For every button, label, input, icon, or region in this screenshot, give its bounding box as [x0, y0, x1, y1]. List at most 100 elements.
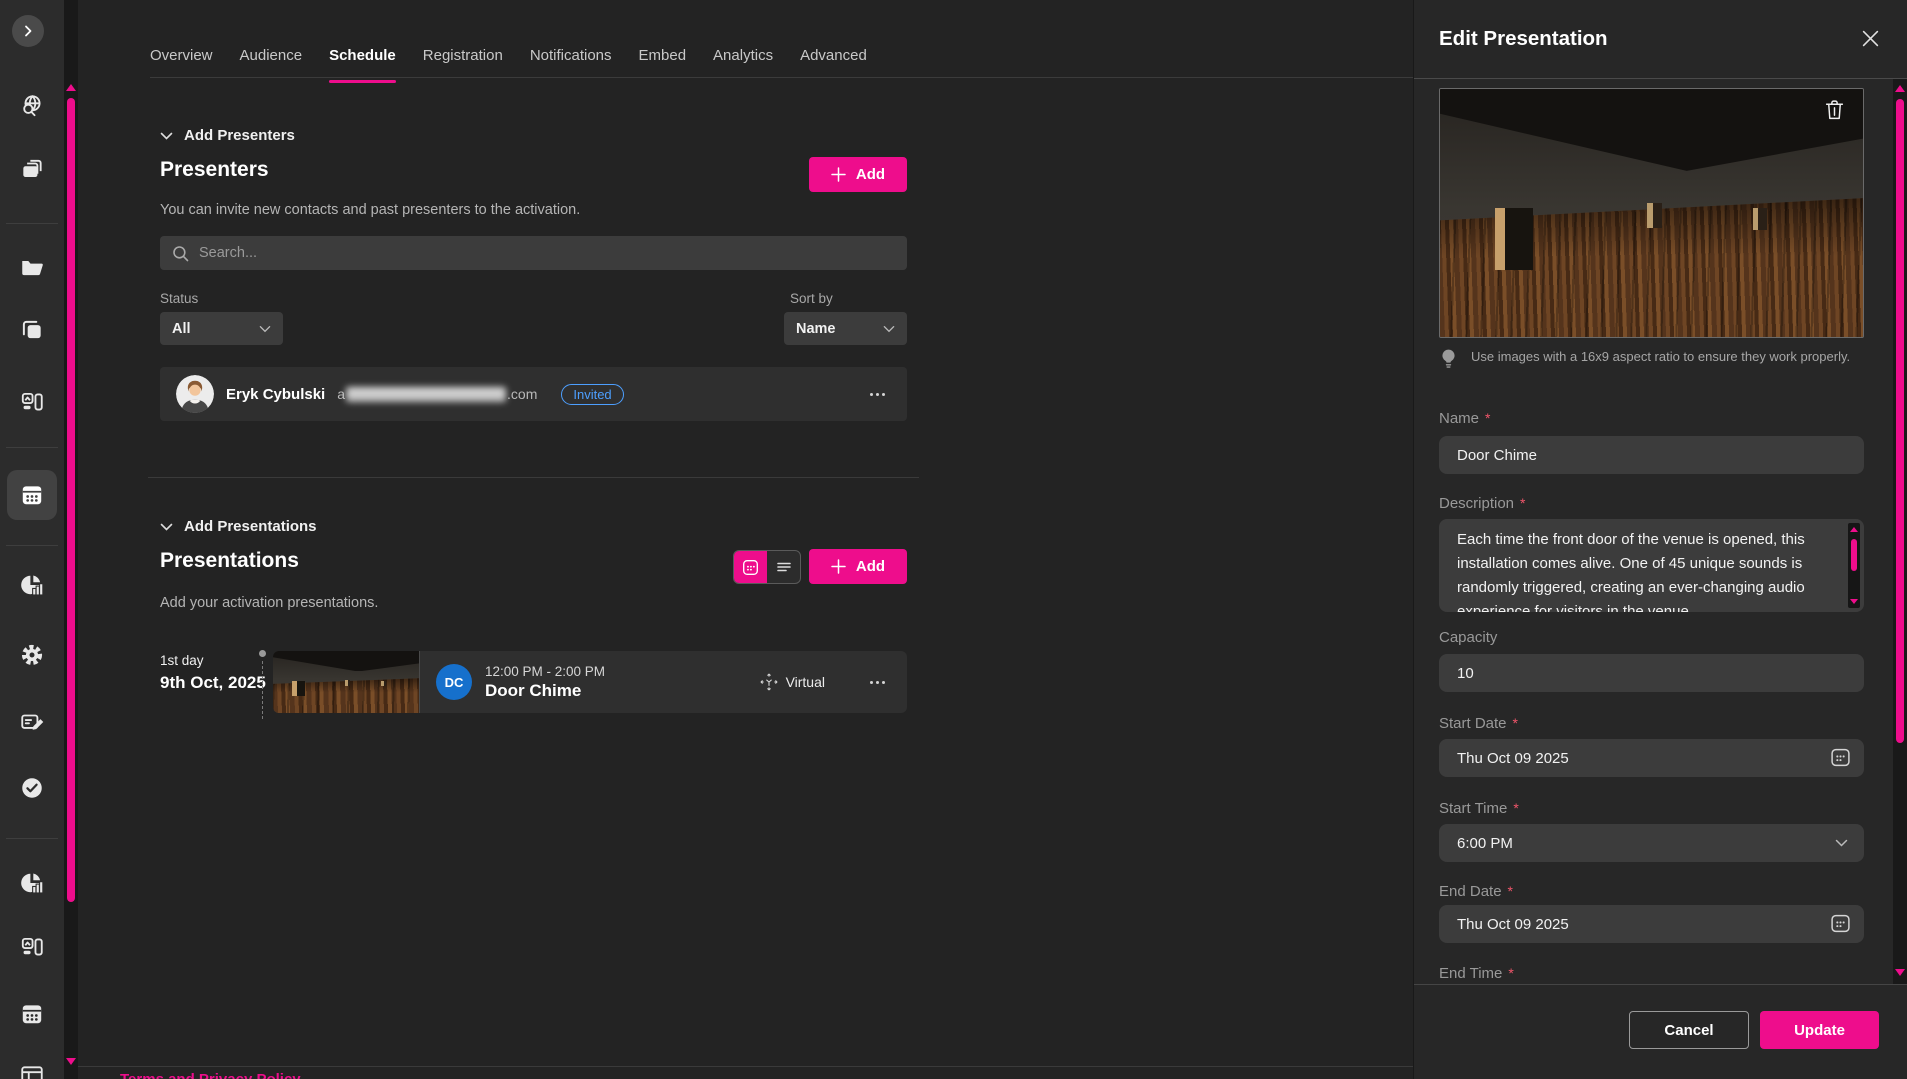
- scrollbar-thumb[interactable]: [67, 98, 75, 902]
- presenter-row[interactable]: Eryk Cybulski a .com Invited: [160, 367, 907, 421]
- sidebar-item-templates[interactable]: [18, 316, 46, 344]
- add-presentation-button[interactable]: Add: [809, 549, 907, 584]
- sidebar-item-media[interactable]: [18, 933, 46, 961]
- image-tip: Use images with a 16x9 aspect ratio to e…: [1439, 348, 1864, 373]
- timeline-line: [262, 661, 263, 719]
- terms-privacy-link[interactable]: Terms and Privacy Policy: [120, 1071, 301, 1079]
- required-marker: *: [1513, 800, 1518, 816]
- required-marker: *: [1508, 965, 1513, 981]
- chevron-down-icon: [883, 325, 895, 333]
- timeline-dot: [259, 650, 266, 657]
- name-label: Name*: [1439, 410, 1864, 427]
- sidebar-item-schedule-active[interactable]: [7, 470, 57, 520]
- required-marker: *: [1520, 495, 1525, 511]
- view-toggle: [733, 550, 801, 584]
- sidebar-item-analytics[interactable]: [18, 571, 46, 599]
- required-marker: *: [1508, 883, 1513, 899]
- pie-chart-icon: [19, 572, 45, 598]
- close-icon[interactable]: [1862, 30, 1879, 47]
- description-scrollbar[interactable]: [1848, 523, 1860, 608]
- status-filter-select[interactable]: All: [160, 312, 283, 345]
- chevron-right-icon: [22, 25, 34, 37]
- presentations-description: Add your activation presentations.: [160, 595, 378, 611]
- chevron-down-icon[interactable]: [1835, 839, 1848, 847]
- pie-chart-icon: [19, 870, 45, 896]
- scroll-up-arrow[interactable]: [66, 84, 76, 91]
- scrollbar-thumb[interactable]: [1896, 99, 1904, 743]
- list-view-button[interactable]: [767, 551, 800, 583]
- presenters-description: You can invite new contacts and past pre…: [160, 202, 580, 218]
- check-circle-icon: [19, 775, 45, 801]
- sidebar-item-tasks[interactable]: [18, 774, 46, 802]
- add-presenters-collapse[interactable]: Add Presenters: [160, 127, 295, 144]
- sidebar-item-pages[interactable]: [18, 1062, 46, 1079]
- presentation-thumbnail: [273, 651, 419, 713]
- description-label: Description*: [1439, 495, 1864, 512]
- calendar-grid-icon: [742, 559, 759, 576]
- sidebar-item-discover[interactable]: [18, 92, 46, 120]
- globe-search-icon: [19, 93, 45, 119]
- required-marker: *: [1485, 410, 1490, 426]
- list-icon: [776, 560, 792, 574]
- card-edit-icon: [19, 709, 45, 735]
- scroll-down-arrow[interactable]: [1895, 969, 1905, 976]
- presenter-search: [160, 236, 907, 270]
- sort-by-label: Sort by: [790, 291, 833, 306]
- calendar-picker-icon[interactable]: [1830, 747, 1851, 768]
- required-marker: *: [1513, 715, 1518, 731]
- start-time-field[interactable]: [1439, 824, 1864, 862]
- edit-presentation-panel: Edit Presentation Use images with a 16x9…: [1413, 0, 1907, 1079]
- sidebar-item-settings[interactable]: [18, 641, 46, 669]
- presenter-avatar: [176, 375, 214, 413]
- sidebar-divider: [6, 545, 58, 546]
- start-date-label: Start Date*: [1439, 715, 1864, 732]
- scroll-down-arrow[interactable]: [66, 1058, 76, 1065]
- gear-icon: [19, 642, 45, 668]
- panel-footer: Cancel Update: [1414, 984, 1907, 1079]
- start-date-field[interactable]: [1439, 739, 1864, 777]
- invited-status-badge: Invited: [561, 384, 623, 405]
- sidebar-divider: [6, 838, 58, 839]
- capacity-label: Capacity: [1439, 629, 1864, 646]
- calendar-picker-icon[interactable]: [1830, 913, 1851, 934]
- sidebar-item-events[interactable]: [18, 1000, 46, 1028]
- panel-scrollbar[interactable]: [1893, 79, 1907, 984]
- main-scrollbar[interactable]: [64, 0, 78, 1079]
- folder-open-icon: [19, 255, 45, 281]
- cancel-button[interactable]: Cancel: [1629, 1011, 1749, 1049]
- chevron-down-icon: [160, 523, 173, 531]
- sidebar-divider: [6, 223, 58, 224]
- scroll-up-arrow[interactable]: [1895, 85, 1905, 92]
- sidebar-item-files[interactable]: [18, 254, 46, 282]
- presenter-more-options-icon[interactable]: [864, 387, 891, 402]
- presentation-more-options-icon[interactable]: [864, 675, 891, 690]
- end-date-label: End Date*: [1439, 883, 1864, 900]
- end-date-field[interactable]: [1439, 905, 1864, 943]
- sidebar-item-reports[interactable]: [18, 869, 46, 897]
- description-field[interactable]: Each time the front door of the venue is…: [1439, 519, 1864, 612]
- presentation-image-preview: [1439, 88, 1864, 338]
- sidebar-item-collections[interactable]: [18, 156, 46, 184]
- search-input[interactable]: [199, 245, 895, 261]
- capacity-field[interactable]: [1439, 654, 1864, 692]
- sort-by-select[interactable]: Name: [784, 312, 907, 345]
- footer-divider: [78, 1066, 1413, 1067]
- browser-card-icon: [19, 1063, 45, 1079]
- add-presentations-collapse[interactable]: Add Presentations: [160, 518, 317, 535]
- presentation-name: Door Chime: [485, 681, 605, 701]
- name-field[interactable]: [1439, 436, 1864, 474]
- sidebar-expand-button[interactable]: [12, 15, 44, 47]
- delete-image-icon[interactable]: [1824, 99, 1845, 121]
- sidebar-item-registration[interactable]: [18, 708, 46, 736]
- calendar-grid-view-button[interactable]: [734, 551, 767, 583]
- sidebar-item-spaces[interactable]: [18, 388, 46, 416]
- start-time-label: Start Time*: [1439, 800, 1864, 817]
- virtual-3d-move-icon: [760, 673, 778, 691]
- add-presenter-button[interactable]: Add: [809, 157, 907, 192]
- presentations-title: Presentations: [160, 549, 299, 573]
- update-button[interactable]: Update: [1760, 1011, 1879, 1049]
- presentation-card[interactable]: DC 12:00 PM - 2:00 PM Door Chime Virtual: [273, 651, 907, 713]
- redacted-email-block: [346, 387, 506, 402]
- main-content: Overview Audience Schedule Registration …: [78, 0, 1413, 1079]
- section-divider: [148, 477, 919, 478]
